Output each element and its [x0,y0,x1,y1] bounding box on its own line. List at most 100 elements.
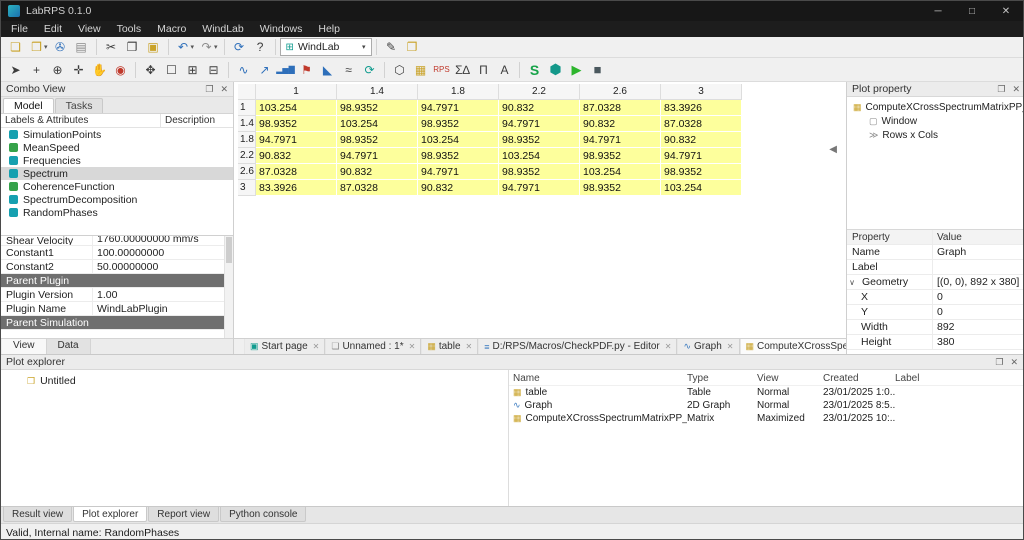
new-file-icon[interactable]: ❏ [5,38,26,56]
property-row[interactable]: Shear Velocity 1760.00000000 mm/s [1,236,233,246]
stop-simulation-icon[interactable]: ⬢ [545,61,566,79]
select-arrow-icon[interactable]: ➤ [5,61,26,79]
float-panel-icon[interactable]: ❐ [205,84,213,95]
matrix-cell[interactable]: 98.9352 [337,132,418,148]
matrix-cell[interactable]: 98.9352 [499,132,580,148]
maximize-button[interactable]: □ [955,1,989,21]
property-value[interactable]: 50.00000000 [93,261,233,273]
close-button[interactable]: ✕ [989,1,1023,21]
menu-tools[interactable]: Tools [109,22,150,36]
tree-item-randomphases[interactable]: RandomPhases [1,206,233,219]
matrix-cell[interactable]: 103.254 [337,116,418,132]
tab-plot-explorer[interactable]: Plot explorer [73,507,147,522]
matrix-cell[interactable]: 87.0328 [580,100,661,116]
matrix-cell[interactable]: 94.7971 [337,148,418,164]
sigma-delta-icon[interactable]: Σ∆ [452,61,473,79]
refresh-icon[interactable]: ⟳ [229,38,250,56]
matrix-cell[interactable]: 90.832 [661,132,742,148]
tab-tasks[interactable]: Tasks [55,98,104,113]
close-panel-icon[interactable]: ✕ [1010,357,1018,368]
tree-header-labels[interactable]: Labels & Attributes [1,114,161,127]
matrix-row-header[interactable]: 3 [238,180,256,196]
property-row-geometry[interactable]: ∨ Geometry [(0, 0), 892 x 380] [847,275,1024,290]
menu-windlab[interactable]: WindLab [194,22,251,36]
rotate-icon[interactable]: ⟳ [359,61,380,79]
run-icon[interactable]: ▶ [566,61,587,79]
property-row[interactable]: Constant2 50.00000000 [1,260,233,274]
property-value[interactable]: 1.00 [93,289,233,301]
collapse-panel-icon[interactable]: ◀ [829,144,837,155]
matrix-col-header[interactable]: 1.8 [418,84,499,100]
redo-caret-icon[interactable]: ▾ [214,43,218,51]
tab-view[interactable]: View [2,339,47,354]
move-icon[interactable]: ✥ [140,61,161,79]
matrix-cell[interactable]: 98.9352 [580,180,661,196]
tab-model[interactable]: Model [3,98,54,113]
rps-icon[interactable]: RPS [431,61,452,79]
tree-item-simulationpoints[interactable]: SimulationPoints [1,128,233,141]
workbench-selector[interactable]: ⊞ WindLab ▾ [280,38,372,56]
column-header-label[interactable]: Label [895,373,1023,384]
matrix-cell[interactable]: 103.254 [580,164,661,180]
matrix-cell[interactable]: 94.7971 [256,132,337,148]
property-row[interactable]: Constant1 100.00000000 [1,246,233,260]
matrix-col-header[interactable]: 1.4 [337,84,418,100]
print-icon[interactable]: ▤ [71,38,92,56]
close-tab-icon[interactable]: ✕ [665,342,672,351]
property-value[interactable]: 0 [933,291,1024,303]
halt-icon[interactable]: ■ [587,61,608,79]
matrix-cell[interactable]: 103.254 [418,132,499,148]
property-group-row[interactable]: Parent Plugin [1,274,233,288]
matrix-cell[interactable]: 83.3926 [256,180,337,196]
tab-result-view[interactable]: Result view [3,507,72,522]
menu-edit[interactable]: Edit [36,22,70,36]
column-header-type[interactable]: Type [687,373,757,384]
property-value[interactable]: 892 [933,321,1024,333]
selection-rect-icon[interactable]: ☐ [161,61,182,79]
polygon-icon[interactable]: ⬡ [389,61,410,79]
close-tab-icon[interactable]: ✕ [313,342,320,351]
doc-tab-unnamed[interactable]: ❏ Unnamed : 1* ✕ [325,339,421,354]
record-icon[interactable]: ◉ [110,61,131,79]
area-chart-icon[interactable]: ◣ [317,61,338,79]
matrix-cell[interactable]: 87.0328 [661,116,742,132]
column-header-name[interactable]: Name [509,373,687,384]
flag-icon[interactable]: ⚑ [296,61,317,79]
property-group-row[interactable]: Parent Simulation [1,316,233,330]
property-value[interactable]: [(0, 0), 892 x 380] [933,276,1024,288]
property-value[interactable]: WindLabPlugin [93,303,233,315]
property-row[interactable]: Plugin Name WindLabPlugin [1,302,233,316]
matrix-row-header[interactable]: 2.6 [238,164,256,180]
minimize-button[interactable]: ─ [921,1,955,21]
close-tab-icon[interactable]: ✕ [727,342,734,351]
matrix-cell[interactable]: 98.9352 [337,100,418,116]
property-scrollbar[interactable] [224,236,233,338]
matrix-cell[interactable]: 83.3926 [661,100,742,116]
property-row[interactable]: Width 892 [847,320,1024,335]
trend-line-icon[interactable]: ↗ [254,61,275,79]
simulate-icon[interactable]: S [524,61,545,79]
pan-hand-icon[interactable]: ✋ [89,61,110,79]
matrix-cell[interactable]: 98.9352 [256,116,337,132]
matrix-cell[interactable]: 98.9352 [418,148,499,164]
matrix-row-header[interactable]: 1.4 [238,116,256,132]
undo-caret-icon[interactable]: ▾ [191,43,195,51]
property-row[interactable]: Plugin Version 1.00 [1,288,233,302]
matrix-cell[interactable]: 90.832 [499,100,580,116]
expander-icon[interactable]: ∨ [847,278,857,287]
property-value[interactable]: Graph [933,246,1024,258]
table-grid-icon[interactable]: ▦ [410,61,431,79]
matrix-cell[interactable]: 98.9352 [580,148,661,164]
column-header-view[interactable]: View [757,373,823,384]
tree-header-description[interactable]: Description [161,115,233,126]
macro-record-icon[interactable]: ✎ [381,38,402,56]
tree-item-meanspeed[interactable]: MeanSpeed [1,141,233,154]
matrix-col-header[interactable]: 1 [256,84,337,100]
plot-item-row-matrix[interactable]: ▦ ComputeXCrossSpectrumMatrixPP_Real Mat… [509,412,1023,425]
matrix-row-header[interactable]: 2.2 [238,148,256,164]
property-row[interactable]: Height 380 [847,335,1024,350]
matrix-cell[interactable]: 98.9352 [499,164,580,180]
plot-tree-root[interactable]: ▦ ComputeXCrossSpectrumMatrixPP_Real [847,100,1024,114]
property-row[interactable]: Name Graph [847,245,1024,260]
float-panel-icon[interactable]: ❐ [995,357,1003,368]
